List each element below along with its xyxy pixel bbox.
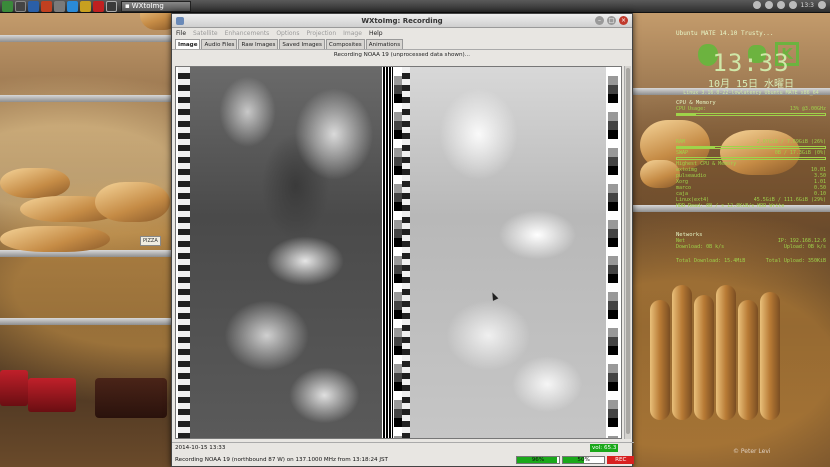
- app-icon[interactable]: [80, 0, 91, 12]
- status-row: 2014-10-15 13:33 vol: 65.3: [172, 442, 634, 452]
- window-titlebar[interactable]: WXtoImg: Recording – □ ×: [172, 14, 632, 28]
- conky-date: 10月 15日 水曜日: [707, 79, 795, 90]
- swap-bar: [676, 157, 826, 160]
- satellite-image[interactable]: [175, 66, 622, 439]
- baguette: [672, 285, 692, 420]
- progress-meter: 50%: [561, 456, 606, 464]
- scrollbar-thumb[interactable]: [626, 68, 630, 434]
- vertical-scrollbar[interactable]: [624, 66, 631, 439]
- tab-saved-images[interactable]: Saved Images: [279, 39, 325, 49]
- firefox-icon[interactable]: [41, 0, 52, 12]
- menu-help[interactable]: Help: [369, 30, 383, 37]
- minimize-icon[interactable]: –: [595, 16, 604, 25]
- watermark: © Peter Levi: [733, 448, 771, 455]
- volume-indicator: vol: 65.3: [590, 443, 619, 452]
- conky-kernel: Linux 3.16.0-22-lowlatency Ubuntu MATE x…: [683, 90, 819, 96]
- tab-composites[interactable]: Composites: [325, 39, 365, 49]
- baguette: [650, 300, 670, 420]
- window-title: WXtoImg: Recording: [361, 16, 443, 25]
- terminal-icon[interactable]: [15, 0, 26, 12]
- status-date: 2014-10-15 13:33: [175, 444, 226, 451]
- shelf: [0, 35, 175, 42]
- baguette: [738, 300, 758, 420]
- browser-icon[interactable]: [28, 0, 39, 12]
- tab-raw-images[interactable]: Raw Images: [238, 39, 279, 49]
- net-graph: [676, 250, 826, 258]
- conky-time: 13:33: [712, 49, 790, 77]
- conky-total-line: Total Download: 15.4MiB Total Upload: 350…: [676, 258, 826, 264]
- clock[interactable]: 13:3: [801, 2, 814, 9]
- files-icon[interactable]: [54, 0, 65, 12]
- conky-widget: Ubuntu MATE 14.10 Trusty... 13:33 10月 15…: [676, 30, 826, 264]
- telemetry-band: [383, 67, 393, 438]
- bread: [640, 160, 680, 188]
- mail-icon[interactable]: [764, 1, 773, 9]
- tab-audio-files[interactable]: Audio Files: [201, 39, 238, 49]
- wxtoimg-icon: ▪: [125, 2, 130, 10]
- sync-strip: [178, 67, 190, 438]
- power-icon[interactable]: [818, 1, 826, 9]
- menu-projection[interactable]: Projection: [306, 30, 336, 37]
- baguette: [694, 295, 714, 420]
- app-icon[interactable]: [106, 0, 117, 12]
- telemetry-wedge: [608, 67, 618, 438]
- microphone-icon[interactable]: [776, 1, 785, 9]
- menu-icon[interactable]: [2, 0, 13, 12]
- menu-file[interactable]: File: [176, 30, 186, 37]
- network-icon[interactable]: [752, 1, 761, 9]
- cpu-graph: [676, 117, 826, 139]
- ram-bar: [676, 146, 826, 149]
- volume-icon[interactable]: [788, 1, 797, 9]
- conky-os: Ubuntu MATE 14.10 Trusty...: [676, 30, 774, 37]
- top-panel: ▪ WXtoImg 13:3: [0, 0, 830, 13]
- window-controls: – □ ×: [595, 16, 628, 25]
- cpu-bar: [676, 113, 826, 116]
- tab-image[interactable]: Image: [175, 39, 201, 49]
- channel-b-image: [410, 67, 606, 438]
- shelf: [0, 250, 175, 257]
- tab-bar: Image Audio Files Raw Images Saved Images Co…: [172, 39, 632, 50]
- app-icon[interactable]: [93, 0, 104, 12]
- menu-enhancements[interactable]: Enhancements: [225, 30, 270, 37]
- channel-a-image: [190, 67, 382, 438]
- jam-jar: [0, 370, 28, 406]
- price-sign: PIZZA: [140, 236, 161, 246]
- conky-ram-line: RAM 2.07GiB / 7.69GiB (26%): [676, 139, 826, 145]
- wxtoimg-window: WXtoImg: Recording – □ × File Satellite En…: [171, 13, 634, 467]
- cake: [95, 378, 167, 418]
- signal-meter: 96%: [516, 456, 560, 464]
- menu-satellite[interactable]: Satellite: [193, 30, 218, 37]
- taskbar-item-wxtoimg[interactable]: ▪ WXtoImg: [121, 0, 191, 12]
- shelf: [0, 318, 175, 325]
- tab-animations[interactable]: Animations: [365, 39, 404, 49]
- conky-cpu-line: CPU Usage: 13% @3.00GHz: [676, 106, 826, 112]
- bread: [0, 226, 110, 252]
- shelf: [0, 95, 175, 102]
- jam-jar: [28, 378, 76, 412]
- close-icon[interactable]: ×: [619, 16, 628, 25]
- status-bar: Recording NOAA 19 (northbound 87 W) on 1…: [172, 453, 634, 467]
- conky-swap-line: SWAP 0B / 17.3GiB (0%): [676, 150, 826, 156]
- menubar: File Satellite Enhancements Options Projecti…: [172, 28, 632, 39]
- menu-image[interactable]: Image: [343, 30, 362, 37]
- image-caption: Recording NOAA 19 (unprocessed data show…: [333, 52, 471, 58]
- bread: [95, 182, 170, 222]
- window-icon[interactable]: [176, 17, 184, 25]
- system-tray: 13:3: [752, 1, 826, 9]
- hdd-graph: [676, 209, 826, 229]
- baguette: [760, 292, 780, 420]
- bread: [0, 168, 70, 198]
- baguette: [716, 285, 736, 420]
- status-message: Recording NOAA 19 (northbound 87 W) on 1…: [175, 457, 388, 463]
- rec-indicator: REC: [607, 456, 634, 464]
- menu-options[interactable]: Options: [276, 30, 299, 37]
- app-icon[interactable]: [67, 0, 78, 12]
- maximize-icon[interactable]: □: [607, 16, 616, 25]
